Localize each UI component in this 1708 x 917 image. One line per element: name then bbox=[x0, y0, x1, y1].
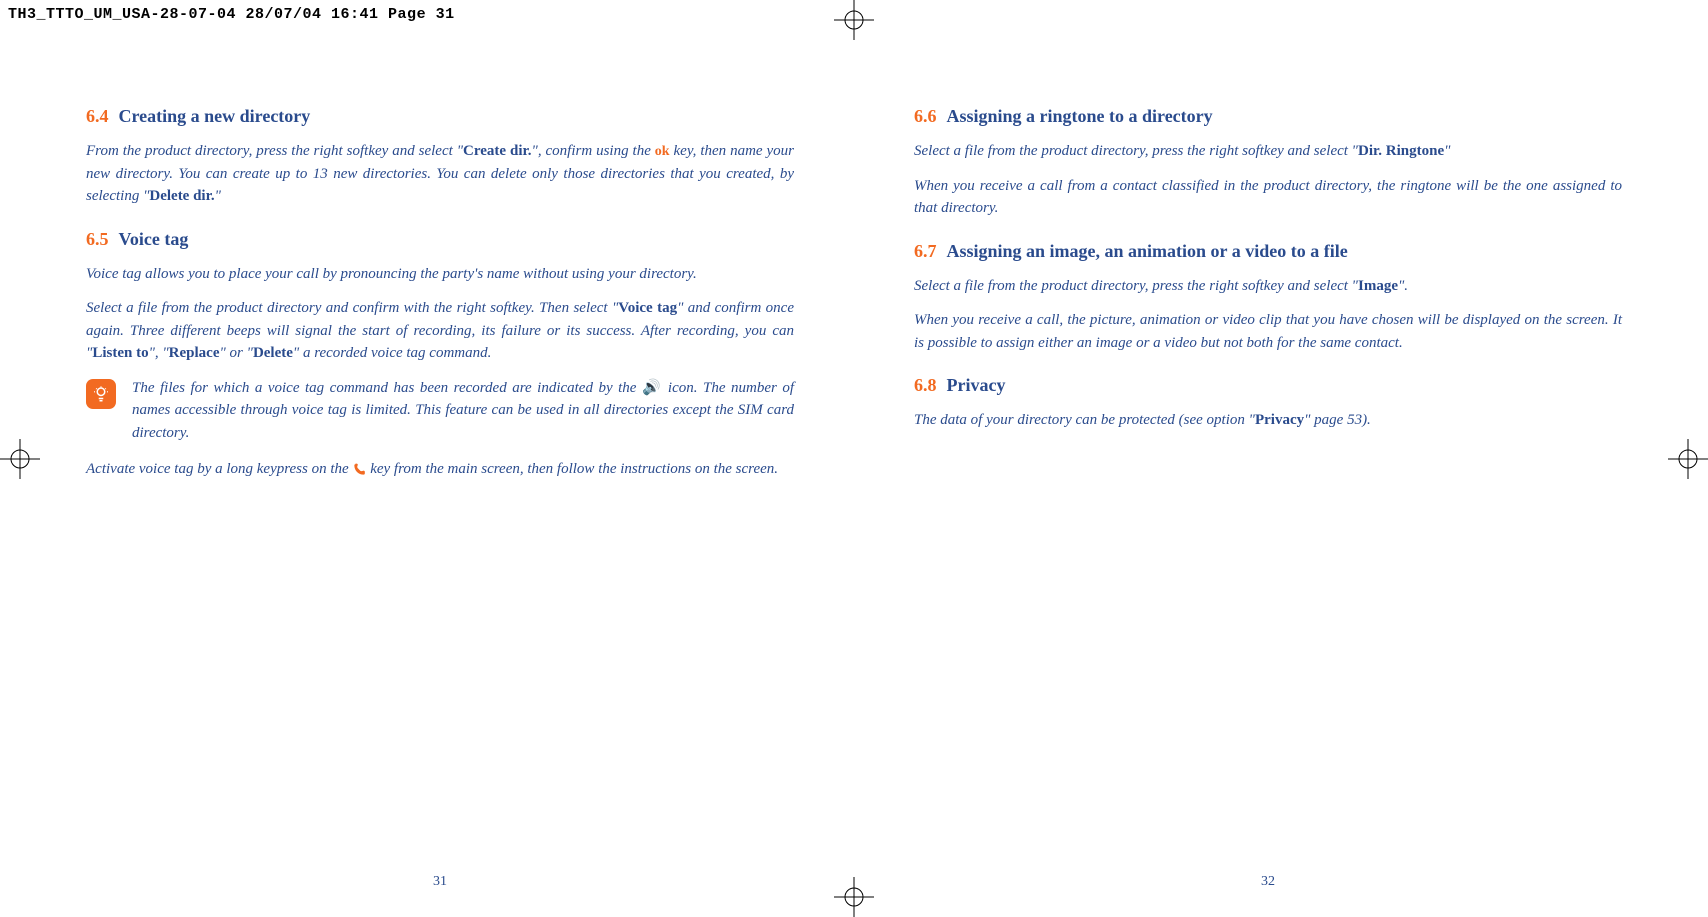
heading-number: 6.5 bbox=[86, 229, 109, 249]
call-key-icon bbox=[352, 461, 370, 477]
para-6-5-3: Activate voice tag by a long keypress on… bbox=[86, 458, 794, 481]
tip-row: The files for which a voice tag command … bbox=[86, 377, 794, 445]
page-number-left: 31 bbox=[433, 871, 447, 892]
heading-number: 6.6 bbox=[914, 106, 937, 126]
heading-title: Assigning a ringtone to a directory bbox=[947, 106, 1213, 126]
registration-mark-right bbox=[1668, 439, 1708, 479]
heading-title: Privacy bbox=[947, 375, 1006, 395]
heading-6-5: 6.5 Voice tag bbox=[86, 226, 794, 253]
para-6-7-1: Select a file from the product directory… bbox=[914, 275, 1622, 298]
page-spread: 6.4 Creating a new directory From the pro… bbox=[86, 85, 1622, 837]
para-6-5-2: Select a file from the product directory… bbox=[86, 297, 794, 365]
page-left: 6.4 Creating a new directory From the pro… bbox=[86, 85, 794, 837]
heading-6-7: 6.7 Assigning an image, an animation or a… bbox=[914, 238, 1622, 265]
heading-6-8: 6.8 Privacy bbox=[914, 372, 1622, 399]
para-6-6-2: When you receive a call from a contact c… bbox=[914, 175, 1622, 220]
ok-key-icon: ok bbox=[655, 144, 670, 159]
para-6-7-2: When you receive a call, the picture, an… bbox=[914, 309, 1622, 354]
print-header: TH3_TTTO_UM_USA-28-07-04 28/07/04 16:41 … bbox=[0, 0, 463, 29]
heading-6-4: 6.4 Creating a new directory bbox=[86, 103, 794, 130]
heading-number: 6.4 bbox=[86, 106, 109, 126]
page-number-right: 32 bbox=[1261, 871, 1275, 892]
registration-mark-bottom bbox=[834, 877, 874, 917]
heading-6-6: 6.6 Assigning a ringtone to a directory bbox=[914, 103, 1622, 130]
para-6-6-1: Select a file from the product directory… bbox=[914, 140, 1622, 163]
heading-title: Creating a new directory bbox=[119, 106, 311, 126]
page-right: 6.6 Assigning a ringtone to a directory S… bbox=[914, 85, 1622, 837]
heading-number: 6.7 bbox=[914, 241, 937, 261]
tip-text: The files for which a voice tag command … bbox=[132, 377, 794, 445]
heading-title: Assigning an image, an animation or a vi… bbox=[947, 241, 1348, 261]
registration-mark-top bbox=[834, 0, 874, 40]
speaker-icon: 🔊 bbox=[642, 380, 662, 396]
para-6-4-1: From the product directory, press the ri… bbox=[86, 140, 794, 208]
heading-title: Voice tag bbox=[119, 229, 189, 249]
para-6-8-1: The data of your directory can be protec… bbox=[914, 409, 1622, 432]
tip-lightbulb-icon bbox=[86, 379, 116, 409]
heading-number: 6.8 bbox=[914, 375, 937, 395]
registration-mark-left bbox=[0, 439, 40, 479]
para-6-5-1: Voice tag allows you to place your call … bbox=[86, 263, 794, 286]
